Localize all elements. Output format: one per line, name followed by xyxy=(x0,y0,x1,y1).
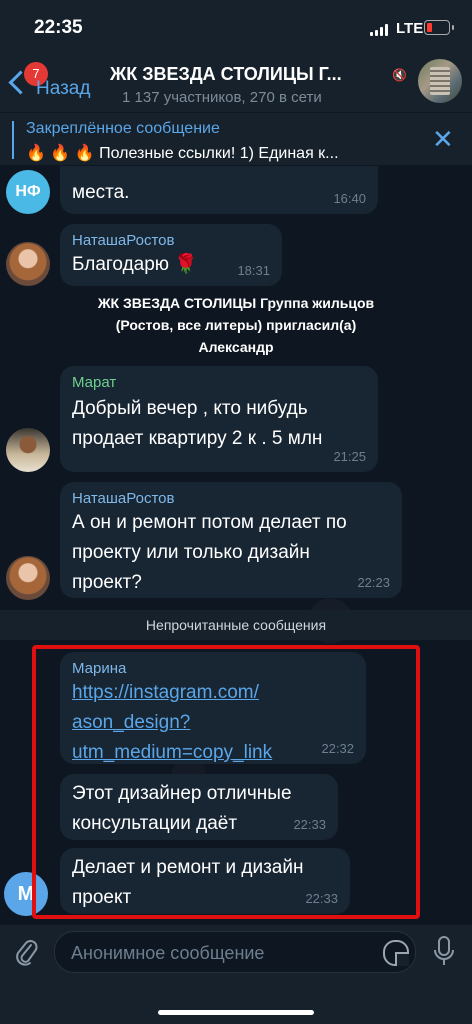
sender-name[interactable]: НаташаРостов xyxy=(72,490,174,507)
muted-icon: 🔇 xyxy=(392,68,407,82)
message-bubble[interactable]: НаташаРостов А он и ремонт потом делает … xyxy=(60,482,402,598)
service-line: ЖК ЗВЕЗДА СТОЛИЦЫ Группа жильцов xyxy=(97,295,375,311)
signal-icon xyxy=(370,24,390,36)
pinned-preview: Полезные ссылки! 1) Единая к... xyxy=(99,145,339,162)
message-time: 16:40 xyxy=(333,191,366,206)
message-text: А он и ремонт потом делает по проекту ил… xyxy=(72,508,347,598)
pinned-text: 🔥 🔥 🔥 Полезные ссылки! 1) Единая к... xyxy=(26,143,424,163)
message-bubble[interactable]: Марат Добрый вечер , кто нибудь продает … xyxy=(60,366,378,472)
service-message: ЖК ЗВЕЗДА СТОЛИЦЫ Группа жильцов (Ростов… xyxy=(60,292,412,358)
avatar[interactable] xyxy=(6,428,50,472)
message-line: проекту или только дизайн xyxy=(72,542,310,563)
service-line: Александр xyxy=(198,339,274,355)
message-bubble[interactable]: места. 16:40 xyxy=(60,166,378,214)
status-bar: 22:35 LTE xyxy=(0,0,472,56)
avatar[interactable] xyxy=(6,242,50,286)
message-line: продает квартиру 2 к . 5 млн xyxy=(72,428,323,449)
pinned-accent-bar xyxy=(12,121,14,159)
paperclip-icon[interactable] xyxy=(14,937,38,967)
sticker-icon[interactable] xyxy=(383,940,409,966)
message-line: А он и ремонт потом делает по xyxy=(72,512,347,533)
pinned-title: Закреплённое сообщение xyxy=(26,120,220,137)
message-text: Добрый вечер , кто нибудь продает кварти… xyxy=(72,394,322,454)
message-time: 21:25 xyxy=(333,449,366,464)
group-avatar[interactable] xyxy=(418,59,462,103)
chat-title[interactable]: ЖК ЗВЕЗДА СТОЛИЦЫ Г... xyxy=(110,64,390,85)
message-text: места. xyxy=(72,182,130,203)
chat-header: 7 Назад ЖК ЗВЕЗДА СТОЛИЦЫ Г... 🔇 1 137 у… xyxy=(0,56,472,112)
message-time: 18:31 xyxy=(237,263,270,278)
message-line: Добрый вечер , кто нибудь xyxy=(72,398,308,419)
clock: 22:35 xyxy=(34,17,83,38)
sender-name[interactable]: Марат xyxy=(72,374,116,391)
message-text: Благодарю 🌹 xyxy=(72,254,198,275)
service-line: (Ростов, все литеры) пригласил(а) xyxy=(115,317,357,333)
avatar[interactable]: НФ xyxy=(6,170,50,214)
avatar[interactable] xyxy=(6,556,50,600)
back-button[interactable]: 7 Назад xyxy=(8,62,108,104)
message-bubble[interactable]: НаташаРостов Благодарю 🌹 18:31 xyxy=(60,224,282,286)
sender-name[interactable]: НаташаРостов xyxy=(72,232,174,249)
back-label: Назад xyxy=(36,78,91,99)
message-time: 22:23 xyxy=(357,575,390,590)
message-input[interactable] xyxy=(69,932,373,974)
microphone-icon[interactable] xyxy=(432,935,456,969)
chat-subtitle: 1 137 участников, 270 в сети xyxy=(122,89,322,106)
pinned-message-bar[interactable]: Закреплённое сообщение 🔥 🔥 🔥 Полезные сс… xyxy=(0,112,472,167)
battery-icon xyxy=(424,20,454,35)
highlight-box xyxy=(32,645,420,919)
close-icon[interactable]: ✕ xyxy=(432,126,454,152)
network-label: LTE xyxy=(396,20,424,37)
message-input-wrapper xyxy=(54,931,416,974)
home-indicator xyxy=(158,1010,314,1015)
fire-icon: 🔥 🔥 🔥 xyxy=(26,145,95,162)
message-line: проект? xyxy=(72,572,142,593)
unread-divider: Непрочитанные сообщения xyxy=(0,610,472,640)
